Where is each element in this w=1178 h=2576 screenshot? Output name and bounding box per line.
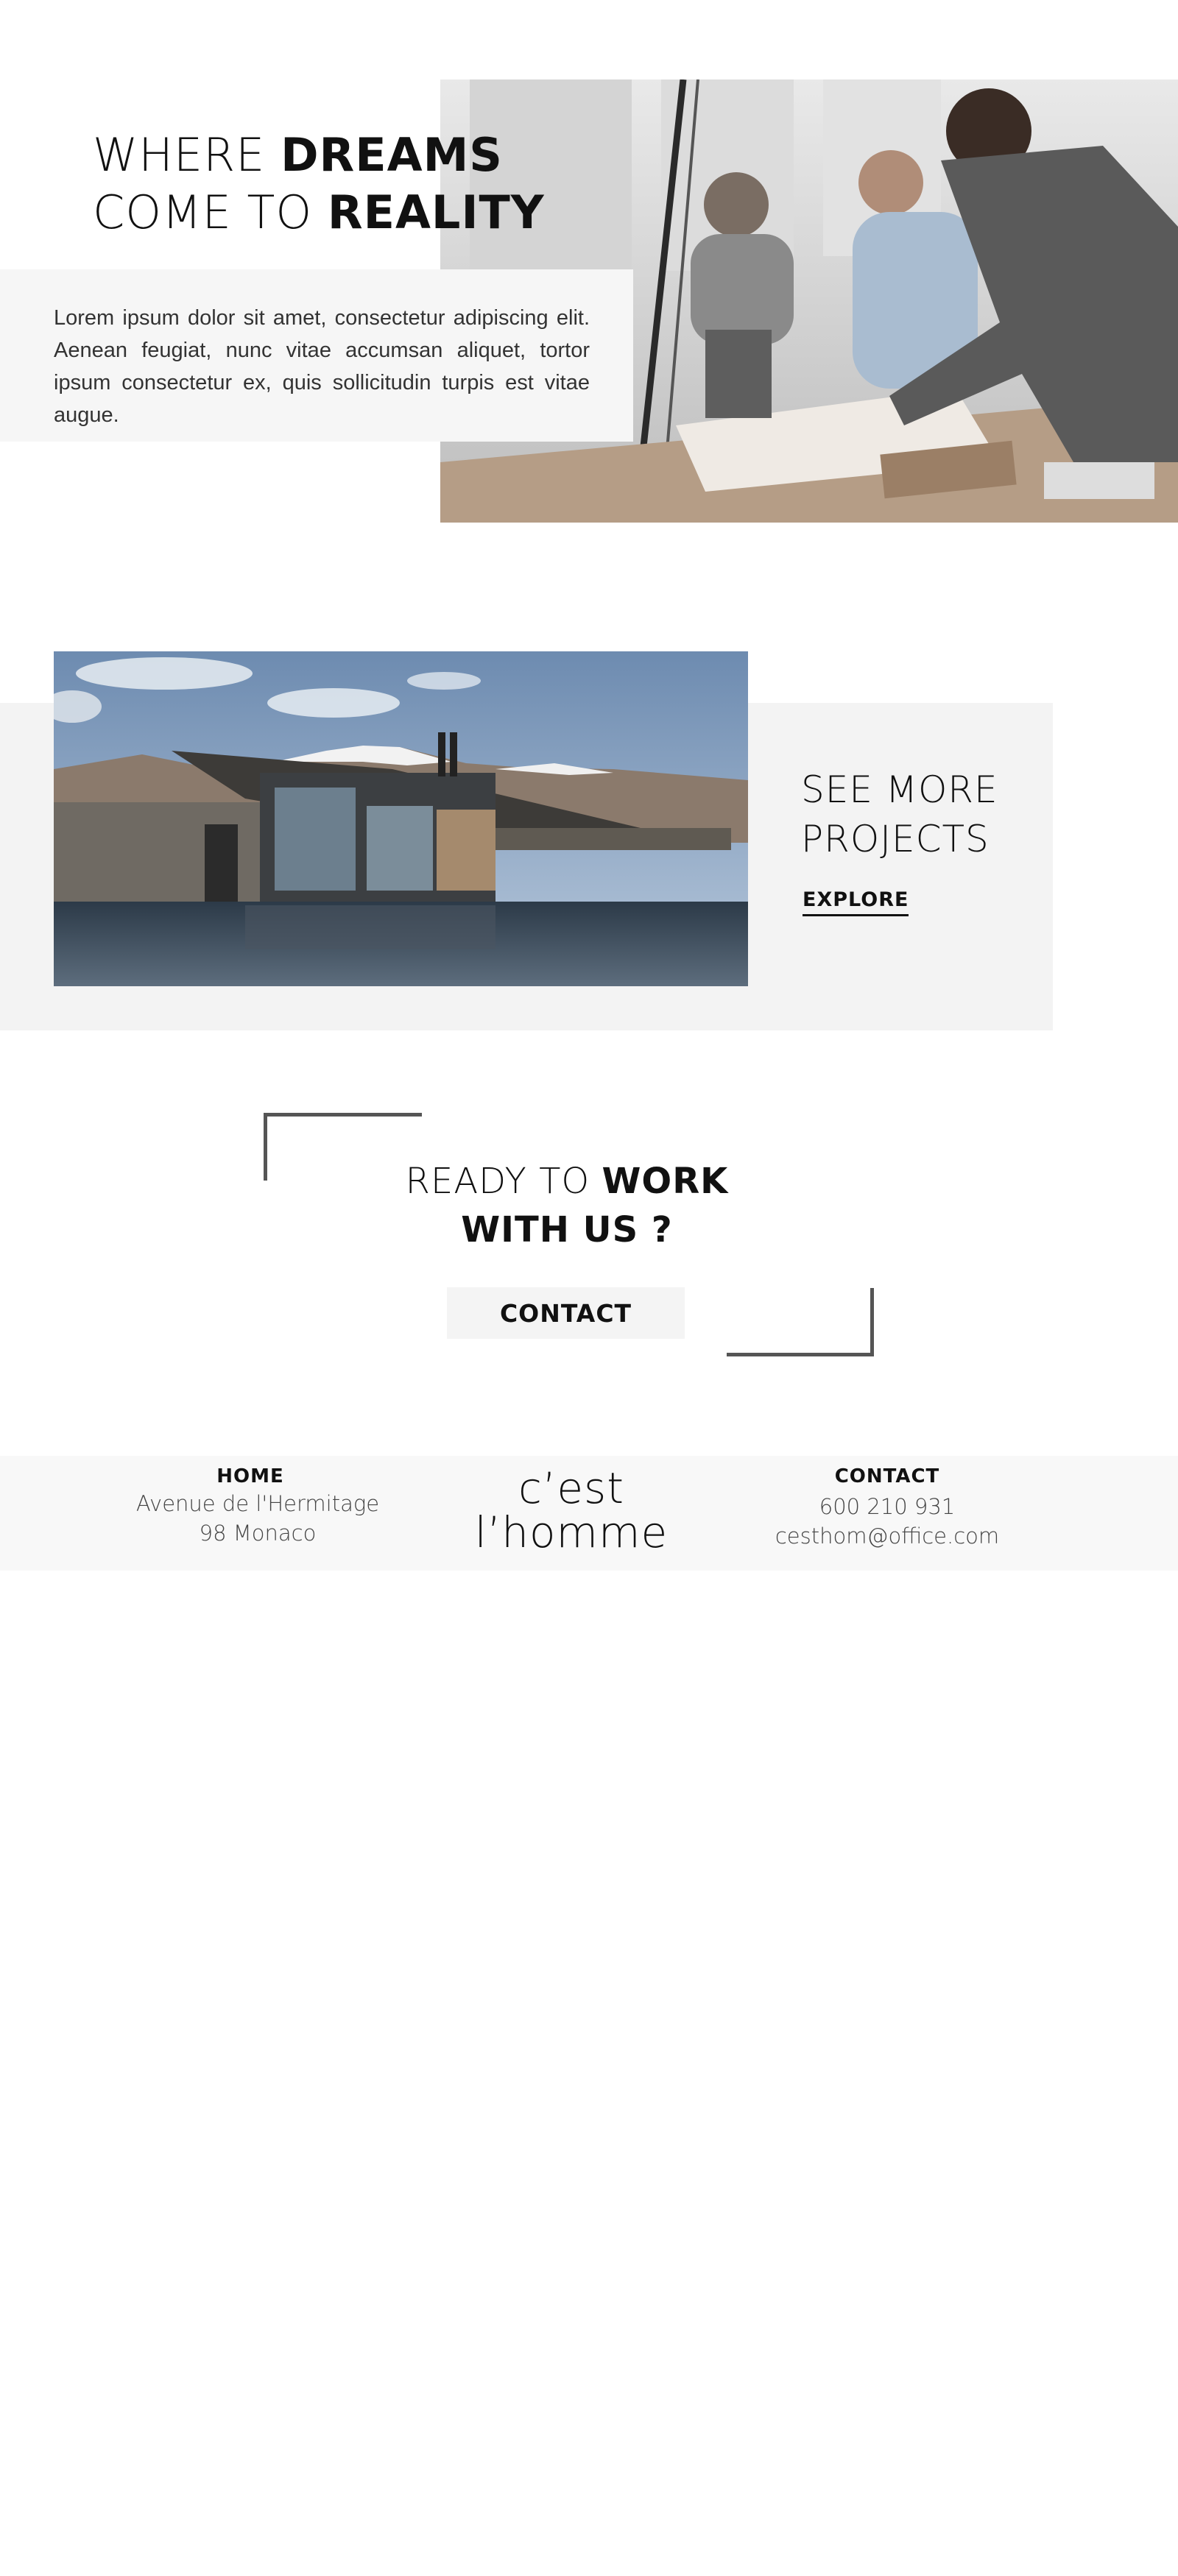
hero-title-line-2: COME TO REALITY bbox=[93, 184, 623, 241]
see-more-line-1: SEE MORE bbox=[801, 768, 998, 811]
footer-address-line-1: Avenue de l'Hermitage bbox=[135, 1491, 380, 1516]
hero-description: Lorem ipsum dolor sit amet, consectetur … bbox=[54, 306, 590, 427]
brand-logo[interactable]: c’est l’homme bbox=[468, 1466, 674, 1554]
cta-title-thin: READY TO bbox=[405, 1161, 602, 1202]
cta-title-line-2: WITH US ? bbox=[461, 1209, 673, 1250]
footer-phone[interactable]: 600 210 931 bbox=[740, 1492, 1034, 1521]
hero-title-bold-2: REALITY bbox=[327, 185, 545, 239]
hero-title-bold-1: DREAMS bbox=[281, 128, 503, 182]
footer-email[interactable]: cesthom@office.com bbox=[740, 1521, 1034, 1551]
footer-contact-link[interactable]: CONTACT bbox=[740, 1464, 1034, 1489]
cta-title: READY TO WORK WITH US ? bbox=[324, 1157, 810, 1254]
footer-address-line-2: 98 Monaco bbox=[199, 1521, 317, 1546]
project-house-photo bbox=[54, 651, 748, 986]
logo-line-1: c’est bbox=[518, 1463, 624, 1513]
contact-button[interactable]: CONTACT bbox=[447, 1287, 685, 1339]
hero-title: WHERE DREAMS COME TO REALITY bbox=[93, 127, 623, 241]
see-more-line-2: PROJECTS bbox=[801, 818, 990, 860]
see-more-projects-title: SEE MORE PROJECTS bbox=[801, 765, 1022, 864]
cta-title-line-1: READY TO WORK bbox=[324, 1157, 810, 1206]
footer: HOME Avenue de l'Hermitage 98 Monaco c’e… bbox=[0, 1456, 1178, 1571]
cta-title-bold-1: WORK bbox=[602, 1161, 729, 1202]
hero-title-thin-2: COME TO bbox=[93, 185, 328, 239]
corner-bracket-bottom-right bbox=[727, 1288, 874, 1356]
hero-title-thin-1: WHERE bbox=[93, 128, 281, 182]
footer-home-link[interactable]: HOME bbox=[96, 1464, 405, 1489]
footer-contact-column: CONTACT 600 210 931 cesthom@office.com bbox=[740, 1464, 1034, 1551]
modern-house-image bbox=[54, 651, 748, 986]
hero-title-line-1: WHERE DREAMS bbox=[93, 127, 623, 184]
explore-link[interactable]: EXPLORE bbox=[803, 888, 909, 916]
footer-home-column: HOME Avenue de l'Hermitage 98 Monaco bbox=[110, 1464, 405, 1548]
logo-line-2: l’homme bbox=[474, 1507, 669, 1557]
